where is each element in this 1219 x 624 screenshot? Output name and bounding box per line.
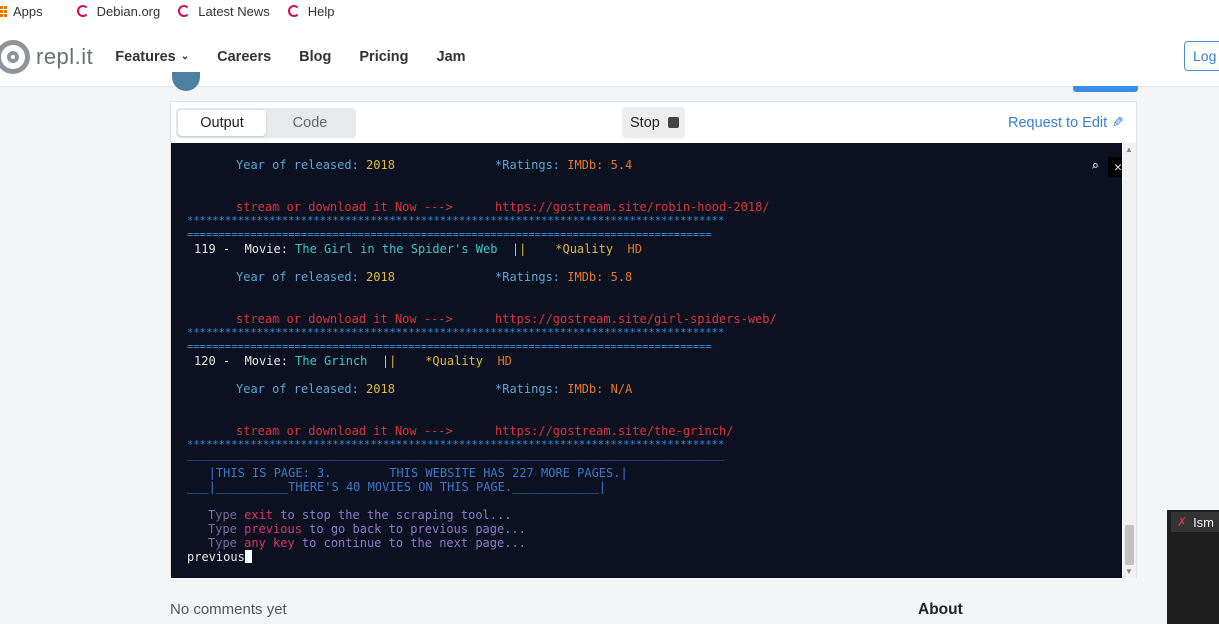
repl-embed: Output Code Stop Request to Edit ✎ Year … bbox=[170, 101, 1137, 578]
bookmark-help[interactable]: Help bbox=[287, 0, 335, 22]
bookmark-label: Debian.org bbox=[96, 3, 161, 19]
nav-features[interactable]: Features ⌄ bbox=[115, 49, 189, 65]
debian-icon bbox=[76, 5, 89, 17]
terminal-cursor bbox=[244, 550, 252, 563]
pencil-icon: ✎ bbox=[1112, 114, 1124, 130]
terminal-url: https://gostream.site/the-grinch/ bbox=[495, 424, 734, 438]
video-call-tile[interactable]: ✗ Ism bbox=[1167, 510, 1219, 624]
bookmark-debian-org[interactable]: Debian.org bbox=[76, 0, 161, 22]
mic-off-icon: ✗ bbox=[1177, 515, 1188, 529]
bookmarks-bar: Apps Debian.org Latest News Help bbox=[0, 0, 1219, 22]
bookmark-apps[interactable]: Apps bbox=[0, 0, 43, 22]
about-heading: About bbox=[918, 601, 963, 618]
scroll-up-icon[interactable]: ▲ bbox=[1125, 145, 1133, 154]
terminal-line: stream or download it Now ---> bbox=[236, 424, 453, 438]
nav-jam[interactable]: Jam bbox=[437, 49, 466, 65]
run-button-edge[interactable] bbox=[1073, 86, 1138, 92]
nav-pricing[interactable]: Pricing bbox=[359, 49, 408, 65]
terminal-line: *Ratings: IMDb: 5.8 bbox=[495, 270, 633, 284]
terminal-output[interactable]: Year of released: 2018 *Ratings: IMDb: 5… bbox=[171, 143, 1122, 578]
nav-careers[interactable]: Careers bbox=[217, 49, 271, 65]
terminal-divider: ****************************************… bbox=[187, 327, 725, 339]
terminal-line: Year of released: 2018 bbox=[236, 158, 395, 172]
apps-grid-icon bbox=[0, 5, 7, 17]
participant-label: ✗ Ism bbox=[1171, 512, 1219, 532]
terminal-line: Year of released: 2018 bbox=[236, 270, 395, 284]
tab-code[interactable]: Code bbox=[266, 110, 354, 136]
help-line-exit: Type exit to stop the the scraping tool.… bbox=[208, 508, 512, 522]
no-comments-text: No comments yet bbox=[170, 601, 287, 618]
logo-text: repl.it bbox=[36, 43, 94, 69]
terminal-toolbar: ⌕ ✕ bbox=[1086, 157, 1122, 177]
terminal-divider: ________________________________________… bbox=[187, 449, 725, 461]
bookmark-latest-news[interactable]: Latest News bbox=[178, 0, 270, 22]
terminal-scrollbar[interactable]: ▲ ▼ bbox=[1123, 143, 1136, 578]
terminal-line: 120 - Movie: The Grinch || *Quality HD bbox=[194, 354, 512, 368]
replit-logo-icon bbox=[0, 39, 30, 74]
debian-icon bbox=[178, 5, 191, 17]
scrollbar-thumb[interactable] bbox=[1125, 525, 1134, 565]
terminal-line: *Ratings: IMDb: N/A bbox=[495, 382, 633, 396]
terminal-input[interactable]: previous bbox=[187, 550, 252, 564]
main-nav: Features ⌄ Careers Blog Pricing Jam bbox=[115, 49, 493, 65]
page-info-line: ___|__________THERE'S 40 MOVIES ON THIS … bbox=[187, 480, 607, 494]
nav-label: Features bbox=[115, 48, 176, 65]
nav-blog[interactable]: Blog bbox=[299, 49, 331, 65]
help-line-previous: Type previous to go back to previous pag… bbox=[208, 522, 526, 536]
terminal-divider: ****************************************… bbox=[187, 215, 725, 227]
request-to-edit-link[interactable]: Request to Edit ✎ bbox=[1008, 114, 1124, 131]
participant-name: Ism bbox=[1193, 514, 1215, 530]
request-edit-label: Request to Edit bbox=[1008, 114, 1108, 131]
bookmark-label: Apps bbox=[13, 3, 43, 19]
login-button[interactable]: Log bbox=[1184, 41, 1219, 71]
replit-logo[interactable]: repl.it bbox=[0, 39, 94, 74]
terminal-url: https://gostream.site/robin-hood-2018/ bbox=[495, 200, 770, 214]
search-icon[interactable]: ⌕ bbox=[1086, 157, 1104, 175]
terminal-divider: ========================================… bbox=[187, 229, 712, 241]
page-info-line: |THIS IS PAGE: 3. THIS WEBSITE HAS 227 M… bbox=[187, 466, 628, 480]
output-code-toggle: Output Code bbox=[176, 108, 356, 138]
chevron-down-icon: ⌄ bbox=[180, 51, 190, 62]
terminal-line: 119 - Movie: The Girl in the Spider's We… bbox=[194, 242, 642, 256]
tab-output[interactable]: Output bbox=[178, 110, 266, 136]
scroll-down-icon[interactable]: ▼ bbox=[1125, 567, 1133, 576]
close-icon[interactable]: ✕ bbox=[1108, 157, 1122, 177]
bookmark-label: Latest News bbox=[198, 3, 270, 19]
stop-icon bbox=[667, 117, 679, 128]
terminal-url: https://gostream.site/girl-spiders-web/ bbox=[495, 312, 777, 326]
terminal-divider: ========================================… bbox=[187, 341, 712, 353]
bookmark-label: Help bbox=[307, 3, 335, 19]
terminal-line: stream or download it Now ---> bbox=[236, 312, 453, 326]
help-line-any-key: Type any key to continue to the next pag… bbox=[208, 536, 526, 550]
terminal-line: *Ratings: IMDb: 5.4 bbox=[495, 158, 633, 172]
stop-button[interactable]: Stop bbox=[622, 107, 685, 138]
debian-icon bbox=[287, 5, 300, 17]
terminal-line: stream or download it Now ---> bbox=[236, 200, 453, 214]
terminal-line: Year of released: 2018 bbox=[236, 382, 395, 396]
stop-label: Stop bbox=[630, 114, 660, 131]
